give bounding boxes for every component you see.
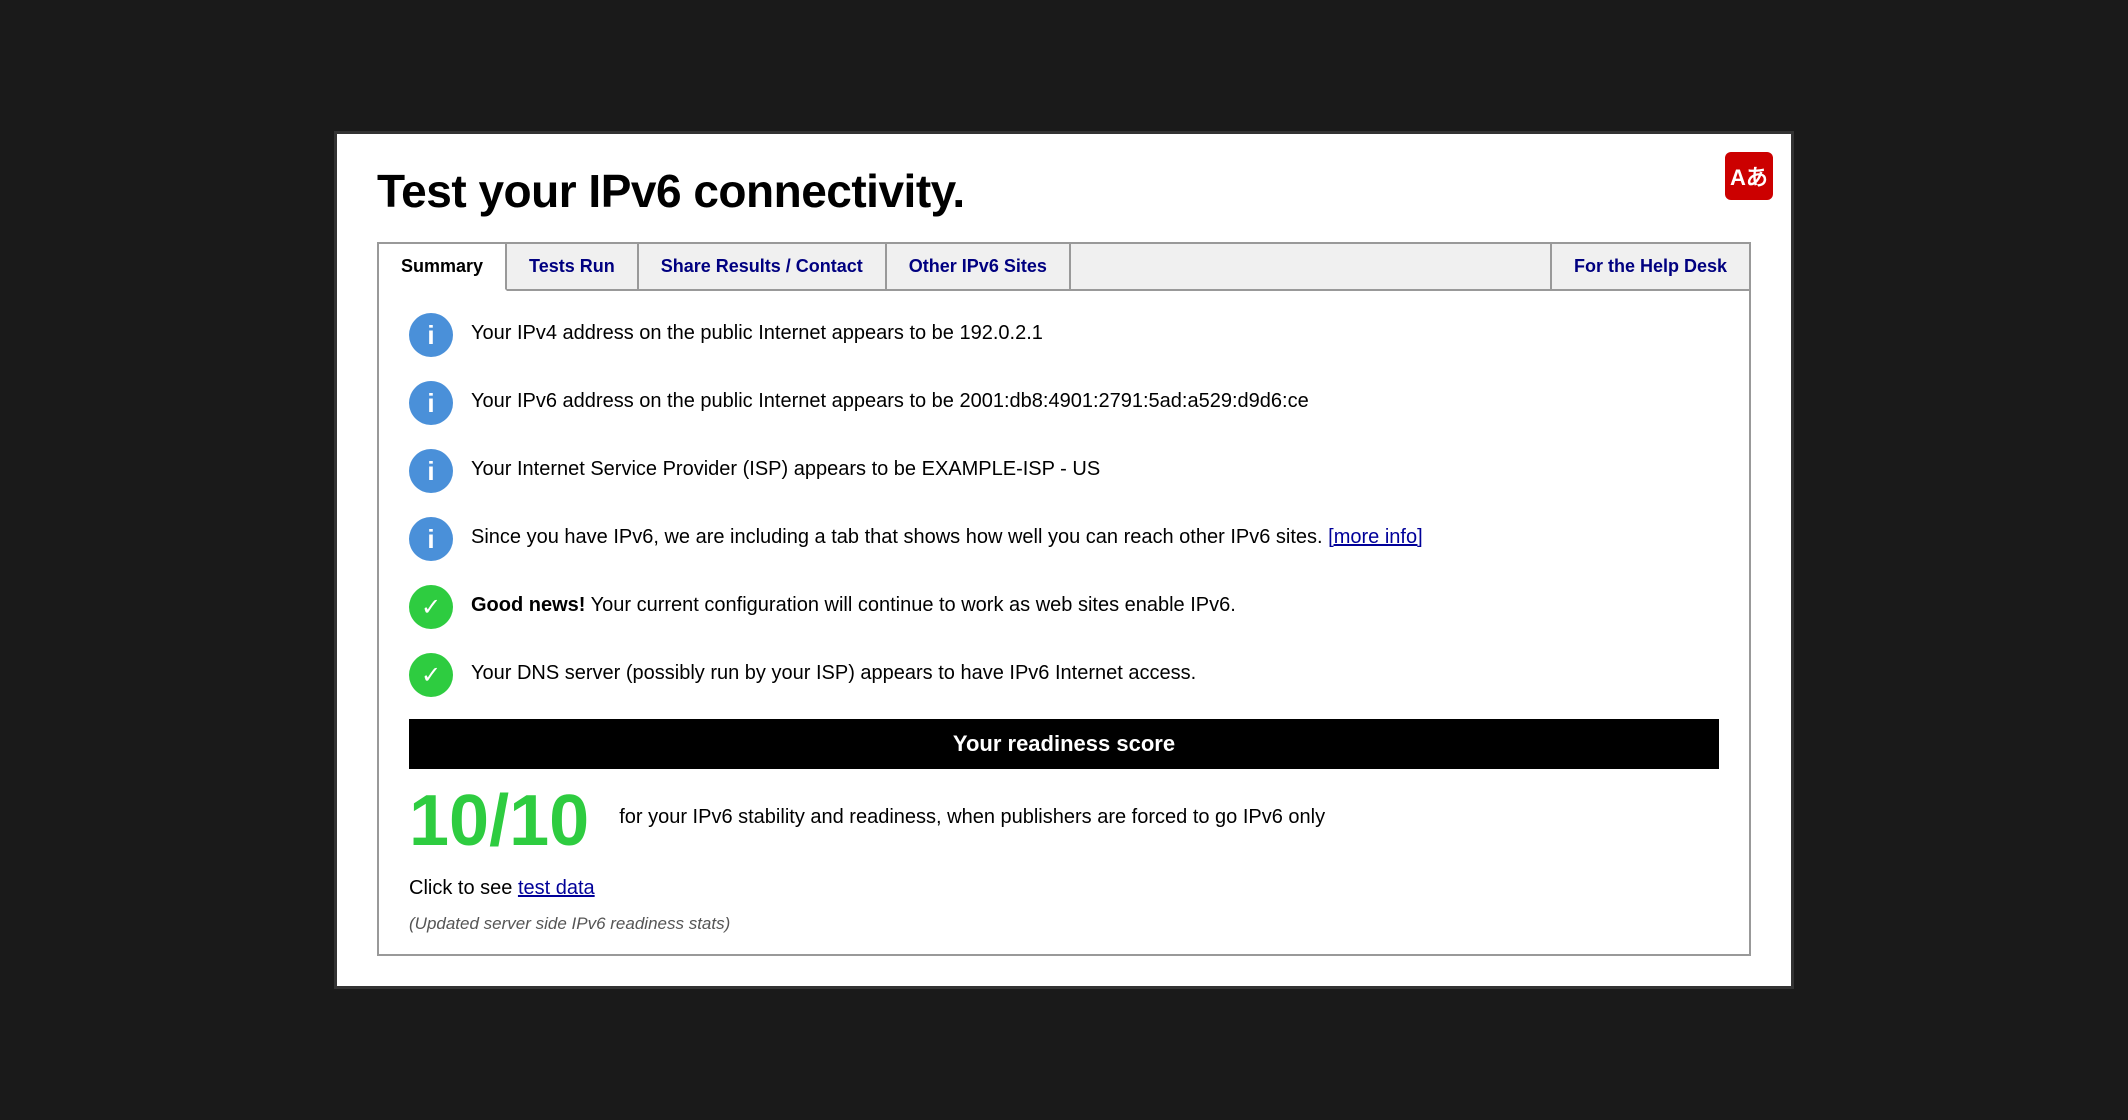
score-row: 10/10 for your IPv6 stability and readin… (409, 785, 1719, 857)
tab-summary[interactable]: Summary (379, 244, 507, 291)
info-icon-3: i (409, 449, 453, 493)
tab-share-results[interactable]: Share Results / Contact (639, 244, 887, 289)
info-icon-4: i (409, 517, 453, 561)
page-frame: Aあ Test your IPv6 connectivity. Summary … (334, 131, 1794, 989)
check-icon-2: ✓ (409, 653, 453, 697)
good-news-bold: Good news! (471, 594, 585, 616)
test-data-link[interactable]: test data (518, 877, 595, 899)
check-text-dns: Your DNS server (possibly run by your IS… (471, 651, 1196, 687)
check-row-goodnews: ✓ Good news! Your current configuration … (409, 583, 1719, 629)
more-info-link[interactable]: [more info] (1328, 526, 1422, 548)
score-value: 10/10 (409, 785, 589, 857)
tab-tests-run[interactable]: Tests Run (507, 244, 639, 289)
footer-note: (Updated server side IPv6 readiness stat… (409, 914, 1719, 934)
score-description: for your IPv6 stability and readiness, w… (619, 785, 1325, 831)
info-icon-1: i (409, 313, 453, 357)
translate-icon[interactable]: Aあ (1725, 152, 1773, 200)
tab-spacer (1071, 244, 1552, 289)
tab-helpdesk[interactable]: For the Help Desk (1552, 244, 1749, 289)
tabs-container: Summary Tests Run Share Results / Contac… (377, 242, 1751, 291)
page-title: Test your IPv6 connectivity. (377, 164, 1751, 218)
info-row-ipv4: i Your IPv4 address on the public Intern… (409, 311, 1719, 357)
info-text-isp: Your Internet Service Provider (ISP) app… (471, 447, 1100, 483)
tab-other-ipv6[interactable]: Other IPv6 Sites (887, 244, 1071, 289)
check-icon-1: ✓ (409, 585, 453, 629)
info-row-ipv6: i Your IPv6 address on the public Intern… (409, 379, 1719, 425)
check-row-dns: ✓ Your DNS server (possibly run by your … (409, 651, 1719, 697)
good-news-rest: Your current configuration will continue… (585, 594, 1235, 616)
readiness-bar: Your readiness score (409, 719, 1719, 769)
content-area: i Your IPv4 address on the public Intern… (377, 291, 1751, 956)
info-row-isp: i Your Internet Service Provider (ISP) a… (409, 447, 1719, 493)
info-text-ipv4: Your IPv4 address on the public Internet… (471, 311, 1043, 347)
info-text-tab: Since you have IPv6, we are including a … (471, 515, 1423, 551)
check-text-goodnews: Good news! Your current configuration wi… (471, 583, 1236, 619)
info-text-ipv6: Your IPv6 address on the public Internet… (471, 379, 1309, 415)
test-data-row: Click to see test data (409, 877, 1719, 900)
info-row-tab: i Since you have IPv6, we are including … (409, 515, 1719, 561)
info-icon-2: i (409, 381, 453, 425)
